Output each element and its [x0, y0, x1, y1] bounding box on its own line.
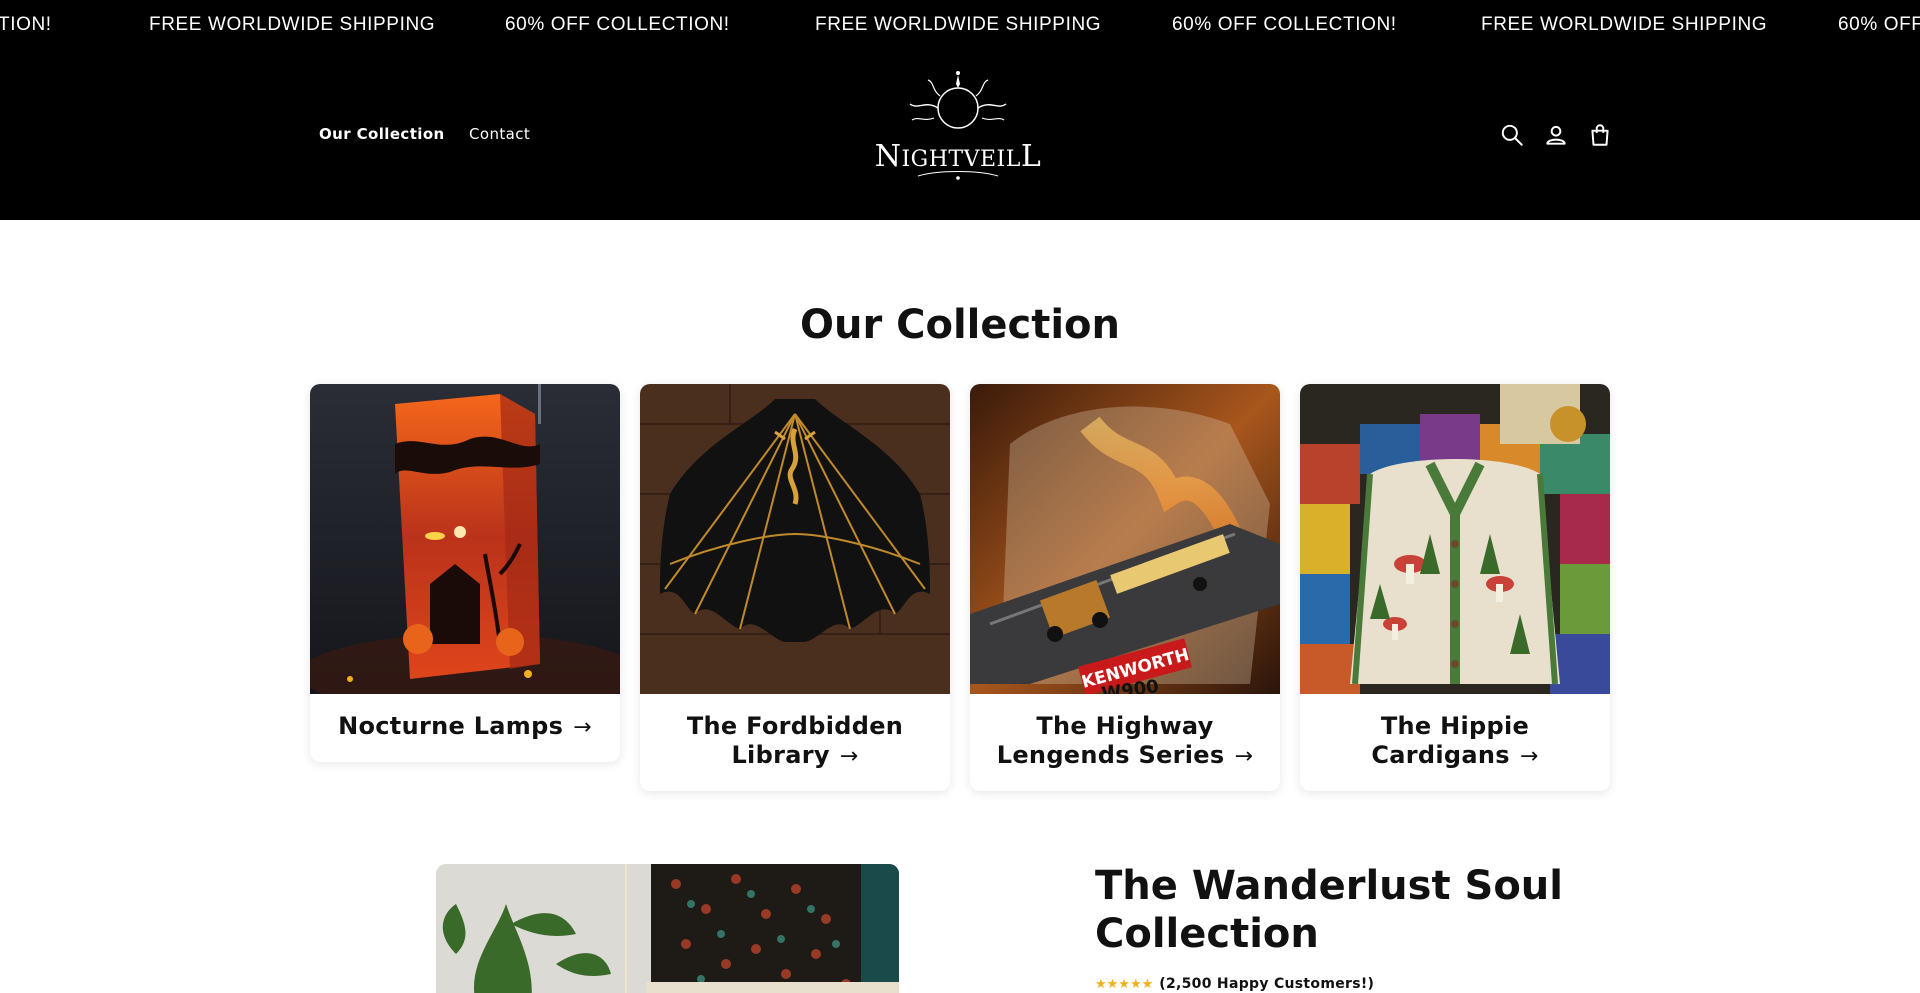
arrow-right-icon: →	[573, 715, 592, 740]
nocturne-lamp-image	[310, 384, 620, 694]
announcement-message: FREE WORLDWIDE SHIPPING	[149, 14, 436, 35]
nav-our-collection[interactable]: Our Collection	[319, 125, 445, 143]
card-title-text: Nocturne Lamps	[338, 712, 564, 740]
card-title: The Highway Lengends Series →	[970, 694, 1280, 791]
nav-contact[interactable]: Contact	[469, 125, 530, 143]
card-title: The Fordbidden Library →	[640, 694, 950, 791]
card-title-text: The Highway Lengends Series	[996, 712, 1225, 769]
card-title-text: The Fordbidden Library	[686, 712, 904, 769]
cardigan-image	[1300, 384, 1610, 694]
collection-title: Our Collection	[799, 302, 1121, 348]
announcement-message: 60% OFF COLLECTION!	[505, 14, 730, 35]
arrow-right-icon: →	[839, 744, 859, 769]
arrow-right-icon: →	[1519, 744, 1539, 769]
collection-card-forbidden-library[interactable]: The Fordbidden Library →	[640, 384, 950, 791]
site-header: Our Collection Contact NIGHTVEILL	[0, 50, 1920, 220]
collection-card-highway-legends[interactable]: KENWORTH W900 The Highway Lengends Serie…	[970, 384, 1280, 791]
announcement-message: 60% OFF COLLECTION!	[1172, 14, 1397, 35]
card-title-text: The Hippie Cardigans	[1371, 712, 1530, 769]
card-title: Nocturne Lamps →	[310, 694, 620, 762]
announcement-message: FREE WORLDWIDE SHIPPING	[815, 14, 1102, 35]
announcement-message: 60% OFF	[1838, 14, 1920, 35]
announcement-bar: TION! FREE WORLDWIDE SHIPPING 60% OFF CO…	[0, 0, 1920, 50]
dragon-cape-image	[640, 384, 950, 694]
collection-card-hippie-cardigans[interactable]: The Hippie Cardigans →	[1300, 384, 1610, 791]
svg-text:NIGHTVEILL: NIGHTVEILL	[875, 139, 1042, 174]
star-rating-icon: ★★★★★	[1095, 976, 1154, 992]
collection-card-nocturne-lamps[interactable]: Nocturne Lamps →	[310, 384, 620, 762]
wanderlust-image	[436, 864, 899, 993]
nightveill-logo-mark: NIGHTVEILL	[875, 71, 1042, 180]
rating-row: ★★★★★ (2,500 Happy Customers!)	[1095, 976, 1374, 992]
account-icon[interactable]	[1543, 122, 1569, 148]
cart-icon[interactable]	[1587, 122, 1613, 148]
feature-title: The Wanderlust Soul Collection	[1095, 863, 1563, 957]
site-logo[interactable]: NIGHTVEILL	[868, 70, 1048, 200]
card-title: The Hippie Cardigans →	[1300, 694, 1610, 791]
rating-text: (2,500 Happy Customers!)	[1159, 976, 1375, 992]
announcement-message: TION!	[0, 14, 52, 35]
search-icon[interactable]	[1499, 122, 1525, 148]
arrow-right-icon: →	[1234, 744, 1254, 769]
announcement-message: FREE WORLDWIDE SHIPPING	[1481, 14, 1768, 35]
truck-resin-image: KENWORTH W900	[970, 384, 1280, 694]
